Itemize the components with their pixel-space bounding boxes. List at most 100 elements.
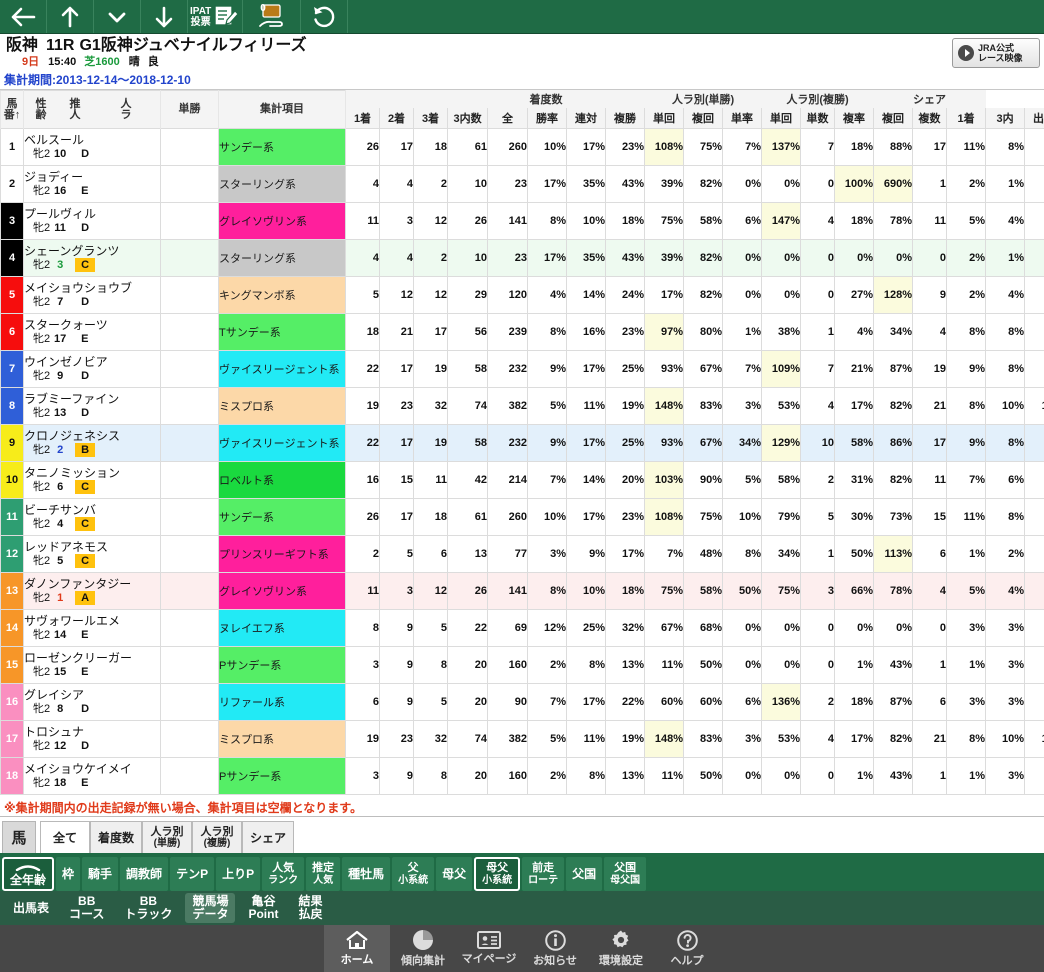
horse-name-cell[interactable]: ローゼンクリーガー牝215E [24, 647, 161, 684]
table-row[interactable]: 10タニノミッション牝26Cロベルト系161511422147%14%20%10… [1, 462, 1044, 499]
aggregation-item-cell[interactable]: プリンスリーギフト系 [219, 536, 346, 573]
column-header-11[interactable]: 単回 [762, 108, 801, 129]
table-row[interactable]: 13ダノンファンタジー牝21Aグレイソヴリン系11312261418%10%18… [1, 573, 1044, 610]
category-tab-10[interactable]: 母父 [436, 857, 472, 891]
column-header-14[interactable]: 複回 [874, 108, 913, 129]
page-tab-4[interactable]: 亀谷Point [241, 893, 285, 923]
column-header-10[interactable]: 単率 [723, 108, 762, 129]
category-tab-3[interactable]: 調教師 [120, 857, 168, 891]
table-row[interactable]: 18メイショウケイメイ牝218EPサンデー系398201602%8%13%11%… [1, 758, 1044, 795]
column-header-9[interactable]: 複回 [684, 108, 723, 129]
horse-number[interactable]: 10 [1, 462, 24, 499]
horse-number[interactable]: 9 [1, 425, 24, 462]
subtab-2[interactable]: 人ラ別(単勝) [142, 821, 192, 853]
bottom-tab-お知らせ[interactable]: お知らせ [522, 925, 588, 972]
horse-number[interactable]: 16 [1, 684, 24, 721]
horse-name-cell[interactable]: スタークォーツ牝217E [24, 314, 161, 351]
aggregation-item-cell[interactable]: スターリング系 [219, 166, 346, 203]
table-row[interactable]: 14サヴォワールエメ牝214Eヌレイエフ系895226912%25%32%67%… [1, 610, 1044, 647]
ipat-vote-button[interactable]: IPAT 投票 [188, 0, 243, 33]
horse-number[interactable]: 11 [1, 499, 24, 536]
category-tab-12[interactable]: 前走ローテ [522, 857, 564, 891]
table-row[interactable]: 15ローゼンクリーガー牝215EPサンデー系398201602%8%13%11%… [1, 647, 1044, 684]
table-row[interactable]: 6スタークォーツ牝217ETサンデー系182117562398%16%23%97… [1, 314, 1044, 351]
horse-name-cell[interactable]: グレイシア牝28D [24, 684, 161, 721]
horse-number[interactable]: 13 [1, 573, 24, 610]
table-row[interactable]: 17トロシュナ牝212Dミスプロ系192332743825%11%19%148%… [1, 721, 1044, 758]
bottom-tab-傾向集計[interactable]: 傾向集計 [390, 925, 456, 972]
header-estimated-pop[interactable]: 推人 [58, 91, 92, 128]
horse-name-cell[interactable]: ベルスール牝210D [24, 129, 161, 166]
table-row[interactable]: 1ベルスール牝210Dサンデー系2617186126010%17%23%108%… [1, 129, 1044, 166]
aggregation-item-cell[interactable]: ヴァイスリージェント系 [219, 351, 346, 388]
horse-number[interactable]: 17 [1, 721, 24, 758]
category-tab-7[interactable]: 推定人気 [306, 857, 340, 891]
horse-name-cell[interactable]: タニノミッション牝26C [24, 462, 161, 499]
horse-number[interactable]: 7 [1, 351, 24, 388]
category-tab-5[interactable]: 上りP [216, 857, 260, 891]
page-tab-5[interactable]: 結果払戻 [291, 893, 329, 923]
table-row[interactable]: 16グレイシア牝28Dリファール系69520907%17%22%60%60%6%… [1, 684, 1044, 721]
aggregation-item-cell[interactable]: Pサンデー系 [219, 647, 346, 684]
subtab-3[interactable]: 人ラ別(複勝) [192, 821, 242, 853]
column-header-0[interactable]: 1着 [346, 108, 380, 129]
aggregation-item-cell[interactable]: サンデー系 [219, 499, 346, 536]
aggregation-item-cell[interactable]: ヴァイスリージェント系 [219, 425, 346, 462]
table-row[interactable]: 4シェーングランツ牝23Cスターリング系442102317%35%43%39%8… [1, 240, 1044, 277]
bottom-tab-環境設定[interactable]: 環境設定 [588, 925, 654, 972]
category-tab-6[interactable]: 人気ランク [262, 857, 304, 891]
bet-amount-button[interactable]: 0 [243, 0, 301, 33]
horse-number[interactable]: 12 [1, 536, 24, 573]
aggregation-item-cell[interactable]: ミスプロ系 [219, 388, 346, 425]
bottom-tab-ヘルプ[interactable]: ヘルプ [654, 925, 720, 972]
column-header-7[interactable]: 複勝 [606, 108, 645, 129]
category-tab-2[interactable]: 騎手 [82, 857, 118, 891]
horse-number[interactable]: 15 [1, 647, 24, 684]
table-row[interactable]: 7ウインゼノビア牝29Dヴァイスリージェント系221719582329%17%2… [1, 351, 1044, 388]
horse-name-cell[interactable]: メイショウケイメイ牝218E [24, 758, 161, 795]
table-row[interactable]: 11ビーチサンバ牝24Cサンデー系2617186126010%17%23%108… [1, 499, 1044, 536]
aggregation-item-cell[interactable]: ミスプロ系 [219, 721, 346, 758]
page-tab-3[interactable]: 競馬場データ [185, 893, 235, 923]
column-header-17[interactable]: 3内 [986, 108, 1025, 129]
aggregation-item-cell[interactable]: スターリング系 [219, 240, 346, 277]
horse-name-cell[interactable]: シェーングランツ牝23C [24, 240, 161, 277]
category-tab-11[interactable]: 母父小系統 [474, 857, 520, 891]
scroll-down-button[interactable] [141, 0, 188, 33]
horse-name-cell[interactable]: ウインゼノビア牝29D [24, 351, 161, 388]
aggregation-item-cell[interactable]: ヌレイエフ系 [219, 610, 346, 647]
aggregation-item-cell[interactable]: ロベルト系 [219, 462, 346, 499]
horse-number[interactable]: 3 [1, 203, 24, 240]
table-row[interactable]: 8ラブミーファイン牝213Dミスプロ系192332743825%11%19%14… [1, 388, 1044, 425]
column-header-13[interactable]: 複率 [835, 108, 874, 129]
horse-name-cell[interactable]: レッドアネモス牝25C [24, 536, 161, 573]
header-umaban[interactable]: 馬番↑ [1, 91, 24, 129]
horse-name-cell[interactable]: サヴォワールエメ牝214E [24, 610, 161, 647]
horse-name-cell[interactable]: クロノジェネシス牝22B [24, 425, 161, 462]
column-header-4[interactable]: 全 [488, 108, 528, 129]
category-tab-13[interactable]: 父国 [566, 857, 602, 891]
header-tansho[interactable]: 単勝 [161, 91, 219, 129]
horse-number[interactable]: 6 [1, 314, 24, 351]
aggregation-item-cell[interactable]: グレイソヴリン系 [219, 573, 346, 610]
column-header-8[interactable]: 単回 [645, 108, 684, 129]
horse-number[interactable]: 4 [1, 240, 24, 277]
subtab-4[interactable]: シェア [242, 821, 294, 853]
table-row[interactable]: 9クロノジェネシス牝22Bヴァイスリージェント系221719582329%17%… [1, 425, 1044, 462]
category-tab-0[interactable]: 全年齢 [2, 857, 54, 891]
horse-number[interactable]: 18 [1, 758, 24, 795]
aggregation-item-cell[interactable]: サンデー系 [219, 129, 346, 166]
table-row[interactable]: 5メイショウショウブ牝27Dキングマンボ系51212291204%14%24%1… [1, 277, 1044, 314]
horse-number[interactable]: 14 [1, 610, 24, 647]
horse-name-cell[interactable]: ラブミーファイン牝213D [24, 388, 161, 425]
table-row[interactable]: 12レッドアネモス牝25Cプリンスリーギフト系25613773%9%17%7%4… [1, 536, 1044, 573]
horse-number[interactable]: 2 [1, 166, 24, 203]
column-header-2[interactable]: 3着 [414, 108, 448, 129]
horse-name-cell[interactable]: ビーチサンバ牝24C [24, 499, 161, 536]
category-tab-8[interactable]: 種牡馬 [342, 857, 390, 891]
aggregation-item-cell[interactable]: Pサンデー系 [219, 758, 346, 795]
aggregation-item-cell[interactable]: キングマンボ系 [219, 277, 346, 314]
bottom-tab-ホーム[interactable]: ホーム [324, 925, 390, 972]
header-sex-age[interactable]: 性齢 [24, 91, 58, 128]
header-item[interactable]: 集計項目 [219, 91, 346, 129]
